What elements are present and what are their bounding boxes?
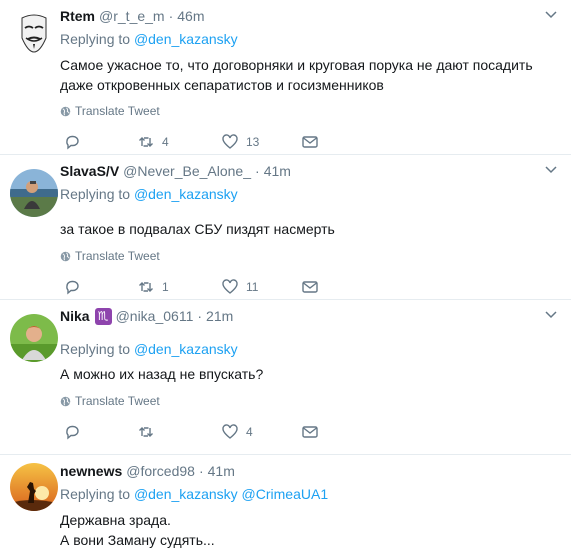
tweet-header: Rtem @r_t_e_m · 46m [60, 6, 205, 26]
replying-to: Replying to @den_kazansky [60, 31, 238, 47]
mention-link[interactable]: @den_kazansky [134, 486, 238, 502]
retweet-icon [139, 427, 153, 437]
scorpio-emoji-icon: ♏ [94, 307, 112, 325]
retweet-icon [139, 137, 153, 147]
envelope-icon [302, 281, 318, 293]
reply-icon [66, 425, 79, 440]
tweet[interactable]: newnews @forced98 · 41m Replying to @den… [0, 455, 571, 548]
direct-message-button[interactable] [302, 134, 318, 150]
tweet-text-line: за такое в подвалах СБУ пиздят насмерть [60, 221, 335, 237]
replying-to-label: Replying to [60, 31, 131, 47]
mention-link[interactable]: @den_kazansky [134, 341, 238, 357]
user-handle[interactable]: @Never_Be_Alone_ [123, 163, 251, 179]
display-name[interactable]: SlavaS/V [60, 163, 119, 179]
translate-tweet[interactable]: Translate Tweet [60, 394, 160, 408]
timestamp[interactable]: 46m [177, 8, 204, 24]
tweet-header: SlavaS/V @Never_Be_Alone_ · 41m [60, 161, 291, 181]
display-name[interactable]: Rtem [60, 8, 95, 24]
direct-message-button[interactable] [302, 424, 318, 440]
translate-label[interactable]: Translate Tweet [75, 104, 160, 118]
avatar[interactable] [10, 314, 58, 362]
person-green-icon [10, 314, 58, 362]
retweet-count: 4 [162, 135, 169, 149]
like-count: 11 [246, 280, 259, 294]
globe-icon [60, 251, 71, 261]
tweet-text-line: А можно их назад не впускать? [60, 366, 264, 382]
like-button[interactable]: 4 [222, 424, 253, 440]
reply-button[interactable] [64, 134, 80, 150]
user-handle[interactable]: @r_t_e_m [99, 8, 165, 24]
tweet[interactable]: Rtem @r_t_e_m · 46m Replying to @den_kaz… [0, 0, 571, 155]
timestamp[interactable]: 41m [208, 463, 235, 479]
mention-link[interactable]: @den_kazansky [134, 31, 238, 47]
tweet-text: за такое в подвалах СБУ пиздят насмерть [60, 219, 560, 239]
tweet-text-line: Самое ужасное то, что договорняки и круг… [60, 57, 533, 73]
globe-icon [60, 106, 71, 116]
retweet-count: 1 [162, 280, 169, 294]
tweet-text-line: А вони Заману судять... [60, 532, 215, 548]
tweet-text: А можно их назад не впускать? [60, 364, 560, 384]
retweet-icon [139, 282, 153, 292]
person-outdoor-icon [10, 169, 58, 217]
replying-to-label: Replying to [60, 186, 131, 202]
sunset-silhouette-icon [10, 463, 58, 511]
reply-icon [66, 280, 79, 295]
avatar[interactable] [10, 8, 58, 56]
like-button[interactable]: 13 [222, 134, 259, 150]
tweet-text: Державна зрада. А вони Заману судять... [60, 510, 560, 548]
separator: · [255, 163, 260, 179]
chevron-down-icon[interactable] [545, 310, 557, 320]
avatar[interactable] [10, 463, 58, 511]
replying-to-label: Replying to [60, 341, 131, 357]
retweet-button[interactable] [138, 424, 154, 440]
timestamp[interactable]: 41m [264, 163, 291, 179]
separator: · [197, 308, 203, 324]
mention-link[interactable]: @den_kazansky [134, 186, 238, 202]
like-count: 13 [246, 135, 260, 149]
like-button[interactable]: 11 [222, 279, 258, 295]
direct-message-button[interactable] [302, 279, 318, 295]
heart-icon [222, 279, 238, 294]
reply-button[interactable] [64, 279, 80, 295]
envelope-icon [302, 426, 318, 438]
tweet-header: Nika ♏ @nika_0611 · 21m [60, 306, 233, 326]
heart-icon [222, 134, 238, 149]
chevron-down-icon[interactable] [545, 10, 557, 20]
heart-icon [222, 424, 238, 439]
display-name[interactable]: newnews [60, 463, 122, 479]
retweet-button[interactable]: 1 [138, 279, 169, 295]
replying-to: Replying to @den_kazansky [60, 341, 238, 357]
separator: · [168, 8, 174, 24]
translate-tweet[interactable]: Translate Tweet [60, 249, 160, 263]
envelope-icon [302, 136, 318, 148]
tweet-header: newnews @forced98 · 41m [60, 461, 235, 481]
mention-link[interactable]: @CrimeaUA1 [242, 486, 329, 502]
user-handle[interactable]: @nika_0611 [116, 308, 194, 324]
like-count: 4 [246, 425, 253, 439]
user-handle[interactable]: @forced98 [126, 463, 195, 479]
translate-label[interactable]: Translate Tweet [75, 394, 160, 408]
tweet-text-line: даже откровенных сепаратистов и госизмен… [60, 77, 384, 93]
retweet-button[interactable]: 4 [138, 134, 169, 150]
avatar[interactable] [10, 169, 58, 217]
replying-to: Replying to @den_kazansky @CrimeaUA1 [60, 486, 328, 502]
reply-button[interactable] [64, 424, 80, 440]
tweet-text: Самое ужасное то, что договорняки и круг… [60, 55, 560, 95]
translate-tweet[interactable]: Translate Tweet [60, 104, 160, 118]
guy-fawkes-mask-icon [10, 8, 58, 56]
tweet[interactable]: Nika ♏ @nika_0611 · 21m Replying to @den… [0, 300, 571, 455]
globe-icon [60, 396, 71, 406]
tweet-text-line: Державна зрада. [60, 512, 171, 528]
chevron-down-icon[interactable] [545, 165, 557, 175]
translate-label[interactable]: Translate Tweet [75, 249, 160, 263]
separator: · [198, 463, 204, 479]
reply-icon [66, 135, 79, 150]
replying-to-label: Replying to [60, 486, 131, 502]
replying-to: Replying to @den_kazansky [60, 186, 238, 202]
display-name[interactable]: Nika [60, 308, 90, 324]
tweet[interactable]: SlavaS/V @Never_Be_Alone_ · 41m Replying… [0, 155, 571, 300]
timestamp[interactable]: 21m [206, 308, 233, 324]
